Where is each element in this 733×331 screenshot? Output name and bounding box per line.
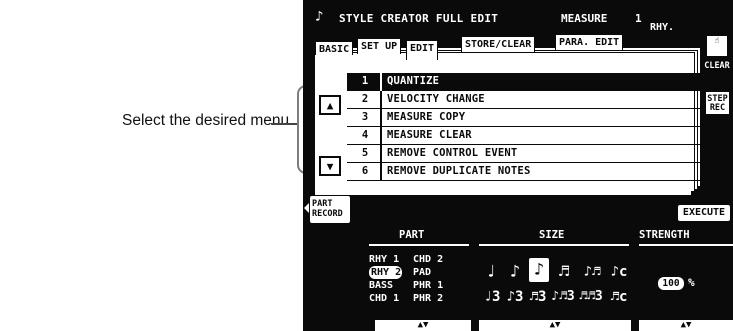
strength-column-header: STRENGTH	[639, 229, 690, 241]
menu-item-number: 1	[361, 75, 369, 87]
size-option-selected[interactable]: ♪	[529, 258, 549, 282]
part-option[interactable]: CHD 1	[369, 292, 409, 305]
part-option[interactable]: CHD 2	[413, 253, 453, 266]
size-option[interactable]: ♪c	[607, 262, 631, 282]
menu-item-number: 3	[361, 111, 369, 123]
menu-item-measure-clear[interactable]: 4 MEASURE CLEAR	[347, 127, 703, 145]
size-option[interactable]: ♬	[554, 262, 574, 282]
menu-item-label: REMOVE DUPLICATE NOTES	[387, 165, 531, 177]
size-option[interactable]: ♪3	[504, 287, 526, 307]
size-column-header: SIZE	[539, 229, 565, 241]
tab-para-edit[interactable]: PARA. EDIT	[555, 34, 624, 50]
menu-item-number: 2	[361, 93, 369, 105]
lcd-screen: ♪ STYLE CREATOR FULL EDIT MEASURE 1 RHY.…	[303, 0, 733, 331]
strength-unit: %	[688, 276, 695, 289]
menu-item-label: REMOVE CONTROL EVENT	[387, 147, 518, 159]
size-option[interactable]: ♪♬3	[550, 287, 576, 307]
menu-item-label: MEASURE COPY	[387, 111, 466, 123]
callout-leader-line	[271, 123, 297, 125]
menu-item-label: QUANTIZE	[387, 75, 440, 87]
step-rec-button[interactable]: STEP REC	[706, 92, 729, 114]
measure-label: MEASURE	[561, 12, 608, 25]
size-option[interactable]: ♬♬3	[577, 287, 605, 307]
size-option[interactable]: ♩3	[481, 287, 503, 307]
menu-item-label: VELOCITY CHANGE	[387, 93, 485, 105]
execute-button[interactable]: EXECUTE	[678, 205, 730, 221]
hand-icon[interactable]: ☝	[707, 36, 727, 56]
menu-item-number: 5	[361, 147, 369, 159]
menu-item-quantize[interactable]: 1 QUANTIZE	[347, 73, 703, 91]
edit-menu-list: 1 QUANTIZE 2 VELOCITY CHANGE 3 MEASURE C…	[347, 73, 703, 181]
part-option[interactable]: BASS	[369, 279, 409, 292]
tab-set-up[interactable]: SET UP	[357, 38, 402, 54]
size-option[interactable]: ♩	[481, 262, 501, 282]
tab-edit[interactable]: EDIT	[406, 40, 439, 60]
part-option[interactable]: RHY 1	[369, 253, 409, 266]
size-option[interactable]: ♬c	[607, 287, 631, 307]
screen-title: STYLE CREATOR FULL EDIT	[339, 12, 499, 25]
edit-page: ▲ ▼ 1 QUANTIZE 2 VELOCITY CHANGE 3 MEASU…	[315, 55, 703, 195]
up-triangle-icon[interactable]: ▲	[319, 95, 341, 115]
measure-value: 1	[635, 12, 642, 25]
part-column-header: PART	[399, 229, 425, 241]
size-knob-arrows[interactable]: ▲▼	[479, 320, 631, 331]
part-option[interactable]: PHR 2	[413, 292, 453, 305]
clear-button[interactable]: CLEAR	[704, 62, 730, 73]
menu-item-remove-duplicate-notes[interactable]: 6 REMOVE DUPLICATE NOTES	[347, 163, 703, 181]
part-short-label: RHY.	[650, 22, 675, 33]
left-arrow-icon	[304, 203, 309, 213]
size-option[interactable]: ♪♬	[579, 262, 605, 282]
part-option[interactable]: PAD	[413, 266, 453, 279]
menu-item-label: MEASURE CLEAR	[387, 129, 472, 141]
tab-store-clear[interactable]: STORE/CLEAR	[461, 36, 536, 52]
size-option[interactable]: ♪	[505, 262, 525, 282]
menu-item-remove-control-event[interactable]: 5 REMOVE CONTROL EVENT	[347, 145, 703, 163]
part-option-selected[interactable]: RHY 2	[369, 266, 402, 279]
music-icon: ♪	[315, 9, 324, 25]
down-triangle-icon[interactable]: ▼	[319, 156, 341, 176]
menu-item-number: 4	[361, 129, 369, 141]
part-knob-arrows[interactable]: ▲▼	[375, 320, 471, 331]
menu-item-velocity-change[interactable]: 2 VELOCITY CHANGE	[347, 91, 703, 109]
menu-item-number: 6	[361, 165, 369, 177]
title-bar: ♪ STYLE CREATOR FULL EDIT MEASURE 1 RHY.	[303, 9, 733, 33]
strength-value[interactable]: 100	[658, 277, 684, 290]
part-option[interactable]: PHR 1	[413, 279, 453, 292]
strength-knob-arrows[interactable]: ▲▼	[639, 320, 733, 331]
size-option[interactable]: ♬3	[527, 287, 549, 307]
menu-item-measure-copy[interactable]: 3 MEASURE COPY	[347, 109, 703, 127]
instruction-caption: Select the desired menu.	[122, 112, 294, 129]
part-record-button[interactable]: PART RECORD	[310, 196, 350, 223]
